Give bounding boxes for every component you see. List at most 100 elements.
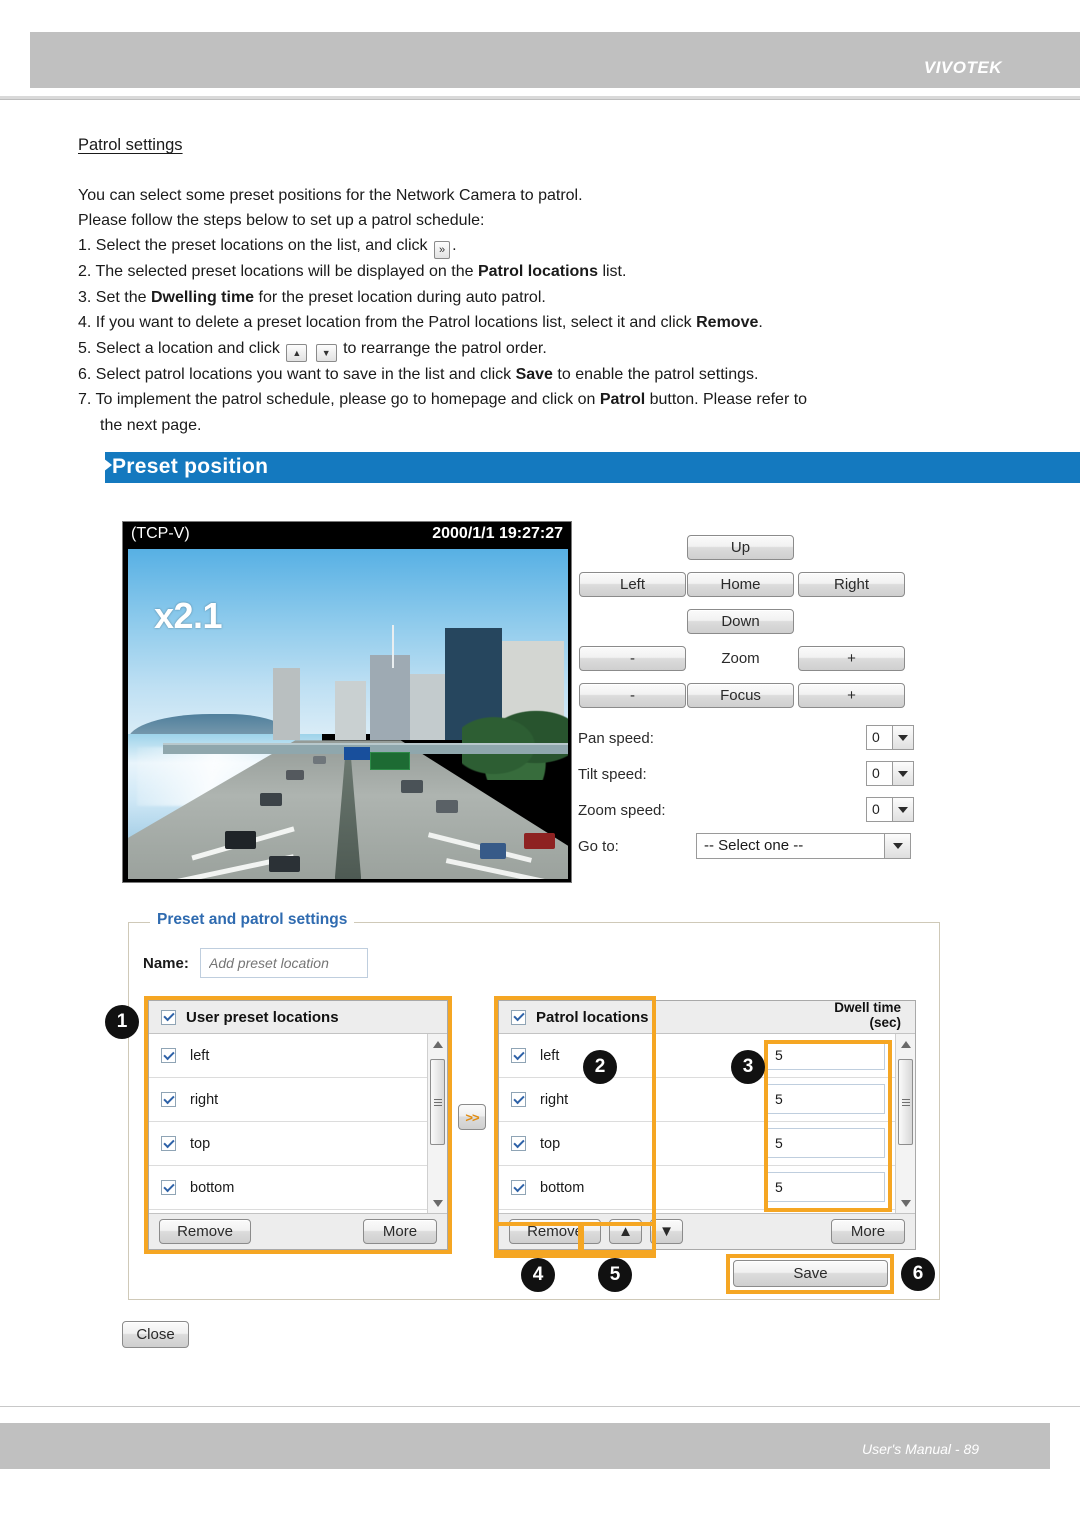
table-row[interactable]: bottom 5 (499, 1166, 915, 1210)
list-item-label: bottom (190, 1179, 235, 1196)
scene-building (409, 674, 445, 741)
focus-far-button[interactable]: + (798, 683, 905, 708)
step-4-number: 4. (78, 314, 92, 331)
tilt-speed-select[interactable]: 0 (866, 761, 914, 786)
patrol-header: Patrol locations Dwell time (sec) (499, 1000, 915, 1034)
zoom-label: Zoom (721, 650, 760, 667)
transfer-to-patrol-button[interactable]: >> (458, 1104, 486, 1130)
live-video-panel[interactable]: (TCP-V) 2000/1/1 19:27:27 x2.1 (122, 521, 572, 883)
step-2: 2. The selected preset locations will be… (78, 259, 1018, 285)
chevron-down-icon[interactable] (892, 726, 913, 749)
list-item[interactable]: left (149, 1034, 447, 1078)
footer-divider (0, 1406, 1080, 1407)
zoom-speed-label: Zoom speed: (578, 802, 666, 819)
list-item[interactable]: bottom (149, 1166, 447, 1210)
header-divider-thin (0, 99, 1080, 100)
video-osd-bar: (TCP-V) 2000/1/1 19:27:27 (123, 522, 571, 548)
scrollbar-thumb[interactable] (430, 1059, 445, 1145)
focus-near-button[interactable]: - (579, 683, 686, 708)
table-row[interactable]: right 5 (499, 1078, 915, 1122)
scroll-down-icon[interactable] (428, 1194, 447, 1212)
patrol-footer: Remove ▲ ▼ More (499, 1213, 915, 1249)
step-3-suffix: for the preset location during auto patr… (258, 288, 546, 306)
list-item-checkbox[interactable] (161, 1048, 176, 1063)
callout-badge-2: 2 (583, 1050, 617, 1084)
scroll-down-icon[interactable] (896, 1194, 915, 1212)
focus-button[interactable]: Focus (687, 683, 794, 708)
list-item-label: top (190, 1135, 211, 1152)
select-all-user-presets-checkbox[interactable] (161, 1009, 176, 1025)
list-item-checkbox[interactable] (161, 1136, 176, 1151)
pan-left-button[interactable]: Left (579, 572, 686, 597)
chevron-down-icon[interactable] (884, 834, 910, 858)
patrol-scrollbar[interactable] (895, 1034, 915, 1213)
groupbox-legend: Preset and patrol settings (150, 911, 355, 929)
video-image[interactable]: x2.1 (128, 549, 568, 879)
list-item-checkbox[interactable] (511, 1092, 526, 1107)
scroll-up-icon[interactable] (896, 1035, 915, 1053)
video-timestamp: 2000/1/1 19:27:27 (432, 525, 563, 542)
dwell-time-input[interactable]: 5 (767, 1172, 885, 1202)
pan-up-button[interactable]: Up (687, 535, 794, 560)
step-1-number: 1. (78, 237, 92, 254)
user-preset-header: User preset locations (149, 1001, 447, 1034)
move-up-button[interactable]: ▲ (609, 1219, 642, 1244)
scene-car (436, 799, 458, 813)
zoom-in-button[interactable]: + (798, 646, 905, 671)
callout-badge-4: 4 (521, 1258, 555, 1292)
list-item-checkbox[interactable] (511, 1048, 526, 1063)
pan-speed-row: Pan speed: 0 (578, 725, 938, 761)
list-item[interactable]: right (149, 1078, 447, 1122)
scrollbar-thumb[interactable] (898, 1059, 913, 1145)
steps-list: 1. Select the preset locations on the li… (78, 233, 1018, 438)
user-preset-scrollbar[interactable] (427, 1034, 447, 1213)
step-7-bold: Patrol (599, 391, 646, 408)
scene-building (273, 667, 300, 741)
table-row[interactable]: left 5 (499, 1034, 915, 1078)
zoom-speed-select[interactable]: 0 (866, 797, 914, 822)
chevron-down-icon[interactable] (892, 762, 913, 785)
more-patrol-button[interactable]: More (831, 1219, 905, 1244)
select-all-patrol-checkbox[interactable] (511, 1009, 526, 1025)
step-2-bold: Patrol locations (477, 263, 598, 280)
user-preset-locations-panel: User preset locations left right top bot… (148, 1000, 448, 1250)
close-button[interactable]: Close (122, 1321, 189, 1348)
more-presets-button[interactable]: More (363, 1219, 437, 1244)
save-button[interactable]: Save (733, 1260, 888, 1287)
preset-name-label: Name: (143, 955, 189, 972)
step-1-text: Select the preset locations on the list,… (95, 237, 428, 254)
pan-speed-select[interactable]: 0 (866, 725, 914, 750)
scroll-up-icon[interactable] (428, 1035, 447, 1053)
arrow-down-icon: ▼ (315, 343, 337, 362)
dwell-time-input[interactable]: 5 (767, 1084, 885, 1114)
list-item[interactable]: top (149, 1122, 447, 1166)
goto-select[interactable]: -- Select one -- (696, 833, 911, 859)
list-item-checkbox[interactable] (161, 1092, 176, 1107)
zoom-out-button[interactable]: - (579, 646, 686, 671)
pan-home-button[interactable]: Home (687, 572, 794, 597)
patrol-list[interactable]: left 5 right 5 top 5 bottom 5 (499, 1034, 915, 1213)
pan-right-button[interactable]: Right (798, 572, 905, 597)
page-top-margin (0, 0, 1080, 32)
list-item-checkbox[interactable] (161, 1180, 176, 1195)
list-item-label: left (190, 1047, 210, 1064)
preset-name-input[interactable] (200, 948, 368, 978)
tilt-speed-row: Tilt speed: 0 (578, 761, 938, 797)
pan-down-button[interactable]: Down (687, 609, 794, 634)
chevron-down-icon[interactable] (892, 798, 913, 821)
remove-patrol-button[interactable]: Remove (509, 1219, 601, 1244)
dwell-time-input[interactable]: 5 (767, 1128, 885, 1158)
list-item-checkbox[interactable] (511, 1136, 526, 1151)
list-item-checkbox[interactable] (511, 1180, 526, 1195)
step-4: 4. If you want to delete a preset locati… (78, 310, 1018, 336)
scene-road-sign (370, 751, 410, 771)
scene-antenna (392, 624, 394, 668)
speed-settings: Pan speed: 0 Tilt speed: 0 Zoom speed: 0… (578, 725, 938, 869)
table-row[interactable]: top 5 (499, 1122, 915, 1166)
tilt-speed-value: 0 (872, 765, 880, 781)
dwell-time-input[interactable]: 5 (767, 1040, 885, 1070)
remove-preset-button[interactable]: Remove (159, 1219, 251, 1244)
pan-speed-value: 0 (872, 729, 880, 745)
user-preset-list[interactable]: left right top bottom (149, 1034, 447, 1213)
move-down-button[interactable]: ▼ (650, 1219, 683, 1244)
